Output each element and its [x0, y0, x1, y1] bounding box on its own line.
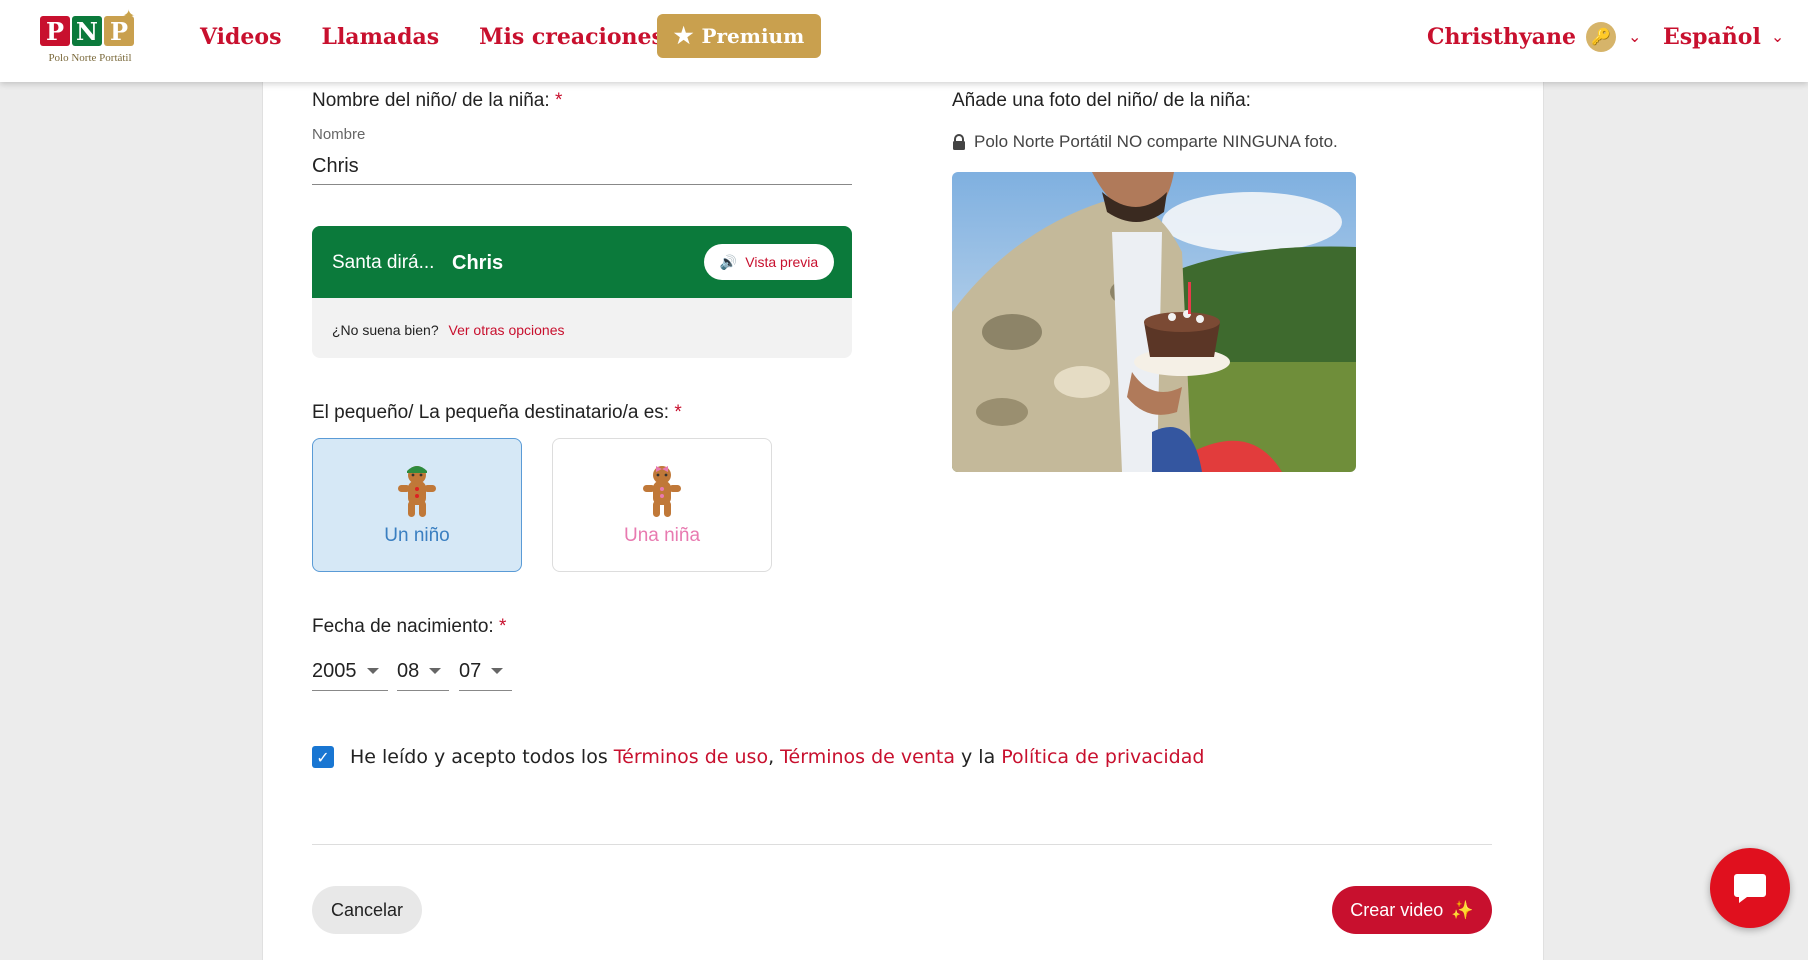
nav-videos[interactable]: Videos: [200, 24, 281, 50]
preview-label: Vista previa: [745, 254, 819, 270]
birth-date-heading: Fecha de nacimiento: *: [312, 616, 507, 637]
name-field-label: Nombre: [312, 126, 366, 143]
nav-mis-creaciones[interactable]: Mis creaciones: [479, 24, 664, 50]
terms-checkbox[interactable]: ✓: [312, 746, 334, 768]
language-label: Español: [1663, 24, 1761, 50]
terms-of-sale-link[interactable]: Términos de venta: [780, 746, 955, 768]
birth-day-select[interactable]: 07: [459, 652, 512, 691]
terms-row: ✓ He leído y acepto todos los Términos d…: [312, 746, 1204, 768]
premium-label: Premium: [701, 24, 805, 48]
child-name-heading: Nombre del niño/ de la niña: *: [312, 90, 563, 111]
gingerbread-boy-icon: [398, 466, 436, 517]
girl-label: Una niña: [623, 525, 701, 546]
user-menu[interactable]: Christhyane 🔑 ⌄: [1427, 0, 1641, 74]
user-badge-icon: 🔑: [1586, 22, 1617, 52]
magic-wand-icon: ✨: [1451, 899, 1474, 920]
birth-year-select[interactable]: 2005: [312, 652, 388, 691]
cancel-button[interactable]: Cancelar: [312, 886, 422, 934]
dropdown-arrow-icon: [366, 668, 379, 674]
privacy-policy-link[interactable]: Política de privacidad: [1001, 746, 1204, 768]
logo-letter-n: N: [72, 16, 102, 46]
photo-privacy-note: Polo Norte Portátil NO comparte NINGUNA …: [952, 132, 1338, 152]
star-icon: ★: [673, 23, 694, 49]
gender-girl-option[interactable]: Una niña: [552, 438, 772, 572]
child-photo-image: [952, 172, 1356, 472]
santa-name-value: Chris: [452, 252, 504, 274]
speaker-icon: 🔊: [719, 253, 738, 270]
dropdown-arrow-icon: [491, 668, 504, 674]
language-menu[interactable]: Español ⌄: [1663, 0, 1784, 74]
not-right-text: ¿No suena bien?: [332, 322, 439, 338]
dropdown-arrow-icon: [429, 668, 442, 674]
logo-letter-p1: P: [40, 16, 70, 46]
chevron-down-icon: ⌄: [1770, 29, 1785, 46]
user-name: Christhyane: [1427, 24, 1577, 50]
santa-preview-box: Santa dirá... Chris 🔊 Vista previa ¿No s…: [312, 226, 852, 358]
divider: [312, 844, 1492, 845]
nav-llamadas[interactable]: Llamadas: [321, 24, 439, 50]
lock-icon: [953, 134, 965, 150]
gender-boy-option[interactable]: Un niño: [312, 438, 522, 572]
check-icon: ✓: [316, 747, 330, 767]
recipient-heading: El pequeño/ La pequeña destinatario/a es…: [312, 402, 682, 423]
create-video-label: Crear video: [1350, 899, 1444, 920]
photo-heading: Añade una foto del niño/ de la niña:: [952, 90, 1251, 111]
santa-says-label: Santa dirá...: [332, 252, 435, 273]
terms-of-use-link[interactable]: Términos de uso: [614, 746, 768, 768]
pnp-logo[interactable]: P N P ✦ Polo Norte Portátil: [26, 8, 146, 70]
chat-icon: [1734, 874, 1766, 903]
logo-subtitle: Polo Norte Portátil: [48, 52, 132, 64]
gingerbread-girl-icon: [643, 466, 681, 517]
child-name-input[interactable]: [312, 148, 852, 185]
chevron-down-icon: ⌄: [1628, 29, 1642, 46]
birth-month-select[interactable]: 08: [397, 652, 449, 691]
create-video-button[interactable]: Crear video ✨: [1332, 886, 1492, 934]
main-nav: Videos Llamadas Mis creaciones: [200, 0, 704, 74]
other-options-link[interactable]: Ver otras opciones: [449, 322, 565, 338]
preview-button[interactable]: 🔊 Vista previa: [704, 244, 834, 280]
boy-label: Un niño: [384, 525, 450, 546]
star-icon: ✦: [122, 8, 136, 25]
premium-button[interactable]: ★ Premium: [657, 14, 821, 58]
top-header: P N P ✦ Polo Norte Portátil Videos Llama…: [0, 0, 1808, 82]
terms-prefix: He leído y acepto todos los: [350, 746, 608, 768]
child-photo[interactable]: [952, 172, 1356, 472]
chat-button[interactable]: [1710, 848, 1790, 928]
